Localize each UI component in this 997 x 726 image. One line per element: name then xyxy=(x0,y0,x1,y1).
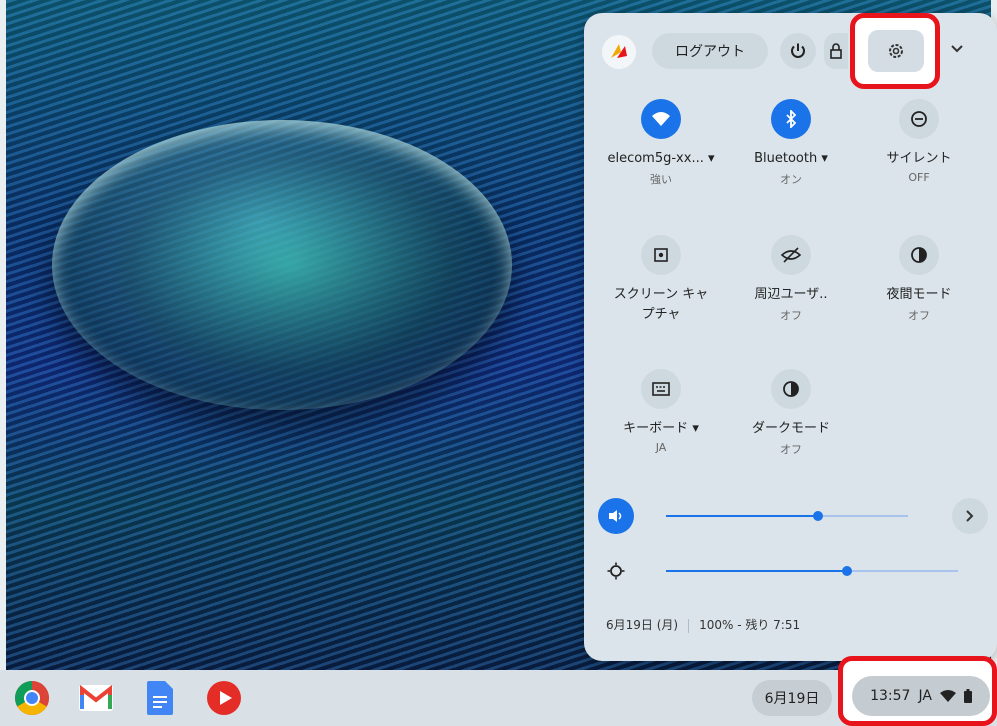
power-button[interactable] xyxy=(780,33,816,69)
do-not-disturb-icon[interactable] xyxy=(899,99,939,139)
audio-settings-button[interactable] xyxy=(952,498,988,534)
screen-capture-label: スクリーン キャプチャ xyxy=(613,287,709,322)
dark-mode-icon[interactable] xyxy=(771,369,811,409)
logout-button[interactable]: ログアウト xyxy=(652,33,768,69)
shelf: 6月19日 13:57 JA xyxy=(0,656,997,726)
keyboard-tile-status: JA xyxy=(655,441,667,454)
bluetooth-tile[interactable]: Bluetooth ▾ オン xyxy=(726,99,856,187)
keyboard-tile[interactable]: キーボード ▾ JA xyxy=(596,369,726,454)
do-not-disturb-label: サイレント xyxy=(886,151,952,166)
chevron-right-icon xyxy=(966,510,974,522)
status-area-button[interactable]: 13:57 JA xyxy=(852,676,990,716)
gear-icon xyxy=(889,44,903,58)
keyboard-icon[interactable] xyxy=(641,369,681,409)
wallpaper-water-drop xyxy=(52,120,512,410)
clock-time: 13:57 xyxy=(870,688,911,704)
bluetooth-tile-status: オン xyxy=(780,173,802,186)
wifi-tile-status: 強い xyxy=(650,173,672,186)
brightness-row xyxy=(598,553,988,589)
avatar[interactable] xyxy=(602,35,636,69)
quick-settings-header: ログアウト xyxy=(584,13,997,89)
power-icon xyxy=(791,43,805,58)
volume-slider-fill xyxy=(666,515,819,517)
collapse-chevron-icon[interactable] xyxy=(950,39,964,58)
docs-icon[interactable] xyxy=(140,678,180,718)
keyboard-tile-label: キーボード xyxy=(623,421,689,436)
brightness-slider-fill xyxy=(666,570,848,572)
quick-settings-panel: ログアウト elecom5g-xx... ▾ 強い Bluetooth ▾ オン… xyxy=(584,13,997,661)
shelf-date-button[interactable]: 6月19日 xyxy=(752,680,832,716)
battery-icon xyxy=(963,689,972,703)
nearby-share-label: 周辺ユーザ.. xyxy=(754,287,828,302)
screen-capture-tile[interactable]: スクリーン キャプチャ xyxy=(596,235,726,325)
brightness-icon xyxy=(598,553,634,589)
lock-button[interactable] xyxy=(824,33,848,69)
volume-slider[interactable] xyxy=(666,511,908,521)
bluetooth-tile-label: Bluetooth xyxy=(754,151,818,166)
dark-mode-tile[interactable]: ダークモード オフ xyxy=(726,369,856,457)
bluetooth-icon[interactable] xyxy=(771,99,811,139)
wifi-tile-label: elecom5g-xx... xyxy=(607,151,704,166)
footer-battery-status[interactable]: 100% - 残り 7:51 xyxy=(699,618,800,632)
footer-date[interactable]: 6月19日 (月) xyxy=(606,618,678,632)
night-light-label: 夜間モード xyxy=(886,287,952,302)
brightness-slider[interactable] xyxy=(666,566,958,576)
youtube-icon[interactable] xyxy=(204,678,244,718)
do-not-disturb-status: OFF xyxy=(908,171,930,184)
volume-slider-thumb[interactable] xyxy=(813,511,824,521)
footer-divider xyxy=(688,618,690,633)
ime-indicator: JA xyxy=(918,688,932,704)
brightness-slider-thumb[interactable] xyxy=(842,566,853,576)
gmail-icon[interactable] xyxy=(76,678,116,718)
dark-mode-status: オフ xyxy=(780,443,802,456)
keyboard-dropdown-icon[interactable]: ▾ xyxy=(692,421,699,436)
night-light-status: オフ xyxy=(908,309,930,322)
chrome-icon[interactable] xyxy=(12,678,52,718)
wifi-tile[interactable]: elecom5g-xx... ▾ 強い xyxy=(596,99,726,187)
nearby-share-icon[interactable] xyxy=(771,235,811,275)
night-light-tile[interactable]: 夜間モード オフ xyxy=(854,235,984,323)
nearby-share-status: オフ xyxy=(780,309,802,322)
dark-mode-label: ダークモード xyxy=(751,421,830,436)
volume-icon[interactable] xyxy=(598,498,634,534)
do-not-disturb-tile[interactable]: サイレント OFF xyxy=(854,99,984,184)
nearby-share-tile[interactable]: 周辺ユーザ.. オフ xyxy=(726,235,856,323)
settings-button[interactable] xyxy=(868,30,924,72)
wifi-dropdown-icon[interactable]: ▾ xyxy=(708,151,715,166)
wifi-icon[interactable] xyxy=(641,99,681,139)
screen-capture-icon[interactable] xyxy=(641,235,681,275)
volume-row xyxy=(598,498,988,534)
wifi-status-icon xyxy=(939,690,956,702)
status-footer: 6月19日 (月) 100% - 残り 7:51 xyxy=(606,616,800,633)
lock-icon xyxy=(830,43,842,59)
night-light-icon[interactable] xyxy=(899,235,939,275)
bluetooth-dropdown-icon[interactable]: ▾ xyxy=(821,151,828,166)
